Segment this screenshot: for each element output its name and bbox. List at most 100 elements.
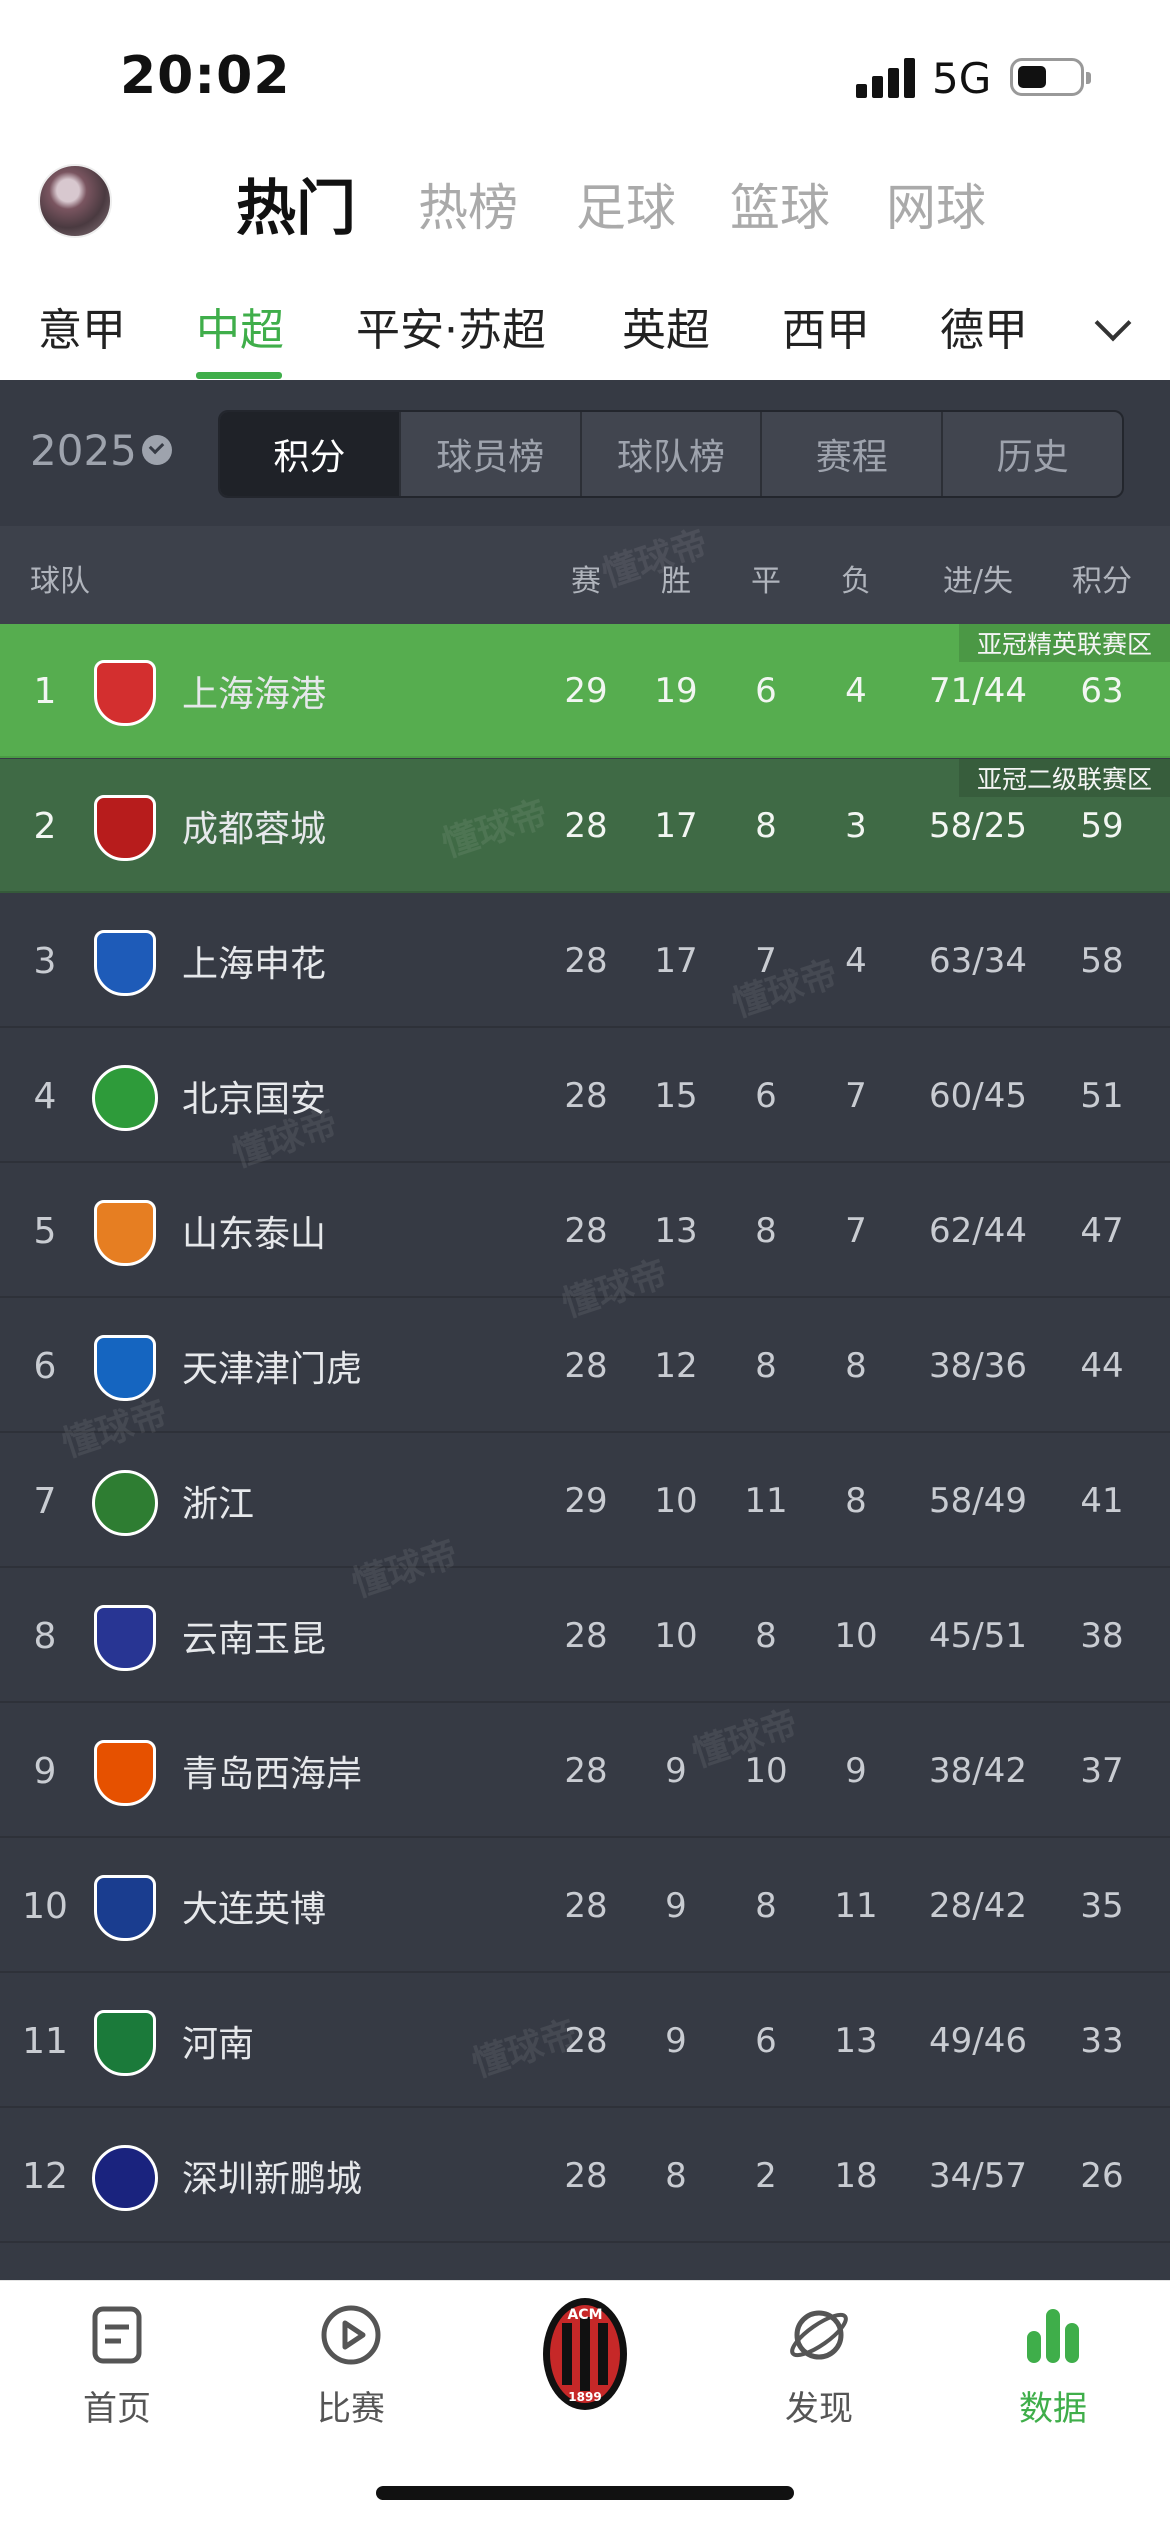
check-circle-icon[interactable] xyxy=(142,435,172,465)
tab-center-logo[interactable]: ACM 1899 xyxy=(468,2281,702,2471)
league-tab-premier-league[interactable]: 英超 xyxy=(622,294,710,358)
planet-icon xyxy=(790,2310,848,2360)
league-tab-su-super[interactable]: 平安·苏超 xyxy=(356,294,546,358)
drawn-cell: 8 xyxy=(755,1211,777,1251)
tab-discover[interactable]: 发现 xyxy=(702,2281,936,2471)
team-name: 浙江 xyxy=(182,1484,255,1525)
played-cell: 28 xyxy=(564,1616,608,1656)
table-header: 球队 赛 胜 平 负 进/失 积分 xyxy=(0,526,1170,624)
rank-cell: 5 xyxy=(33,1210,57,1252)
points-cell: 47 xyxy=(1080,1211,1124,1251)
lost-cell: 7 xyxy=(845,1211,867,1251)
lost-cell: 18 xyxy=(834,2156,878,2196)
chevron-down-icon[interactable] xyxy=(1094,304,1132,342)
header-goals: 进/失 xyxy=(942,564,1014,599)
team-logo xyxy=(90,1603,160,1673)
team-crest-icon xyxy=(94,2010,156,2076)
club-crest-icon: ACM 1899 xyxy=(543,2298,627,2410)
team-name: 上海海港 xyxy=(182,674,327,715)
goals-cell: 38/36 xyxy=(929,1346,1027,1386)
won-cell: 10 xyxy=(654,1616,698,1656)
segmented-control: 积分 球员榜 球队榜 赛程 历史 xyxy=(218,410,1124,498)
lost-cell: 8 xyxy=(845,1346,867,1386)
segment-player-rankings[interactable]: 球员榜 xyxy=(401,412,582,496)
status-time: 20:02 xyxy=(120,46,291,106)
rank-cell: 8 xyxy=(33,1615,57,1657)
table-row[interactable]: 8 云南玉昆 28 10 8 10 45/51 38 xyxy=(0,1569,1170,1703)
points-cell: 37 xyxy=(1080,1751,1124,1791)
tab-trending[interactable]: 热榜 xyxy=(418,168,518,240)
filter-bar: 2025 积分 球员榜 球队榜 赛程 历史 xyxy=(0,380,1170,526)
header-lost: 负 xyxy=(841,564,871,599)
team-logo xyxy=(90,1063,160,1133)
table-row[interactable]: 4 北京国安 28 15 6 7 60/45 51 xyxy=(0,1029,1170,1163)
goals-cell: 45/51 xyxy=(929,1616,1027,1656)
tab-home[interactable]: 首页 xyxy=(0,2281,234,2471)
won-cell: 17 xyxy=(654,941,698,981)
points-cell: 58 xyxy=(1080,941,1124,981)
won-cell: 17 xyxy=(654,806,698,846)
play-icon xyxy=(321,2305,381,2365)
lost-cell: 3 xyxy=(845,806,867,846)
table-row[interactable]: 12 深圳新鹏城 28 8 2 18 34/57 26 xyxy=(0,2109,1170,2243)
league-tab-bundesliga[interactable]: 德甲 xyxy=(940,294,1028,358)
points-cell: 33 xyxy=(1080,2021,1124,2061)
acl-two-zone-label: 亚冠二级联赛区 xyxy=(958,759,1170,797)
rank-cell: 3 xyxy=(33,940,57,982)
league-tab-la-liga[interactable]: 西甲 xyxy=(782,294,870,358)
tab-data[interactable]: 数据 xyxy=(936,2281,1170,2471)
league-tab-serie-a[interactable]: 意甲 xyxy=(38,294,126,358)
active-tab-indicator xyxy=(196,372,282,379)
team-crest-icon xyxy=(94,795,156,861)
tab-home-label: 首页 xyxy=(83,2389,151,2429)
tab-discover-label: 发现 xyxy=(785,2389,853,2429)
table-row[interactable]: 11 河南 28 9 6 13 49/46 33 xyxy=(0,1974,1170,2108)
table-row[interactable]: 7 浙江 29 10 11 8 58/49 41 xyxy=(0,1434,1170,1568)
drawn-cell: 6 xyxy=(755,2021,777,2061)
team-crest-icon xyxy=(94,1740,156,1806)
drawn-cell: 6 xyxy=(755,1076,777,1116)
team-logo xyxy=(90,658,160,728)
tab-hot[interactable]: 热门 xyxy=(236,160,356,247)
rank-cell: 4 xyxy=(33,1075,57,1117)
svg-text:ACM: ACM xyxy=(567,2307,602,2323)
segment-history[interactable]: 历史 xyxy=(943,412,1122,496)
table-row[interactable]: 10 大连英博 28 9 8 11 28/42 35 xyxy=(0,1839,1170,1973)
segment-schedule[interactable]: 赛程 xyxy=(762,412,944,496)
drawn-cell: 8 xyxy=(755,1886,777,1926)
team-crest-icon xyxy=(94,660,156,726)
played-cell: 28 xyxy=(564,1076,608,1116)
tab-football[interactable]: 足球 xyxy=(576,168,676,240)
league-tab-csl[interactable]: 中超 xyxy=(196,294,284,358)
goals-cell: 58/49 xyxy=(929,1481,1027,1521)
team-crest-icon xyxy=(94,1200,156,1266)
table-row[interactable]: 9 青岛西海岸 28 9 10 9 38/42 37 xyxy=(0,1704,1170,1838)
lost-cell: 4 xyxy=(845,941,867,981)
season-selector[interactable]: 2025 xyxy=(30,426,137,475)
acl-elite-zone-label: 亚冠精英联赛区 xyxy=(958,624,1170,662)
goals-cell: 60/45 xyxy=(929,1076,1027,1116)
table-row[interactable]: 2 成都蓉城 28 17 8 3 58/25 59 亚冠二级联赛区 xyxy=(0,759,1170,893)
table-row[interactable]: 1 上海海港 29 19 6 4 71/44 63 亚冠精英联赛区 xyxy=(0,624,1170,758)
drawn-cell: 8 xyxy=(755,1346,777,1386)
segment-standings[interactable]: 积分 xyxy=(220,412,401,496)
drawn-cell: 8 xyxy=(755,806,777,846)
rank-cell: 12 xyxy=(22,2155,68,2197)
rank-cell: 2 xyxy=(33,805,57,847)
team-crest-icon xyxy=(94,930,156,996)
lost-cell: 11 xyxy=(834,1886,878,1926)
tab-matches[interactable]: 比赛 xyxy=(234,2281,468,2471)
team-name: 青岛西海岸 xyxy=(182,1754,363,1795)
tab-data-label: 数据 xyxy=(1019,2389,1087,2429)
team-logo xyxy=(90,2008,160,2078)
top-nav: 热门 热榜 足球 篮球 网球 xyxy=(0,150,1170,270)
tab-tennis[interactable]: 网球 xyxy=(886,168,986,240)
avatar[interactable] xyxy=(38,164,112,238)
segment-team-rankings[interactable]: 球队榜 xyxy=(582,412,763,496)
table-row[interactable]: 3 上海申花 28 17 7 4 63/34 58 xyxy=(0,894,1170,1028)
tab-basketball[interactable]: 篮球 xyxy=(730,168,830,240)
league-nav: 意甲 中超 平安·苏超 英超 西甲 德甲 xyxy=(0,272,1170,380)
network-type: 5G xyxy=(932,54,992,103)
team-logo xyxy=(90,1873,160,1943)
header-team: 球队 xyxy=(30,564,90,599)
